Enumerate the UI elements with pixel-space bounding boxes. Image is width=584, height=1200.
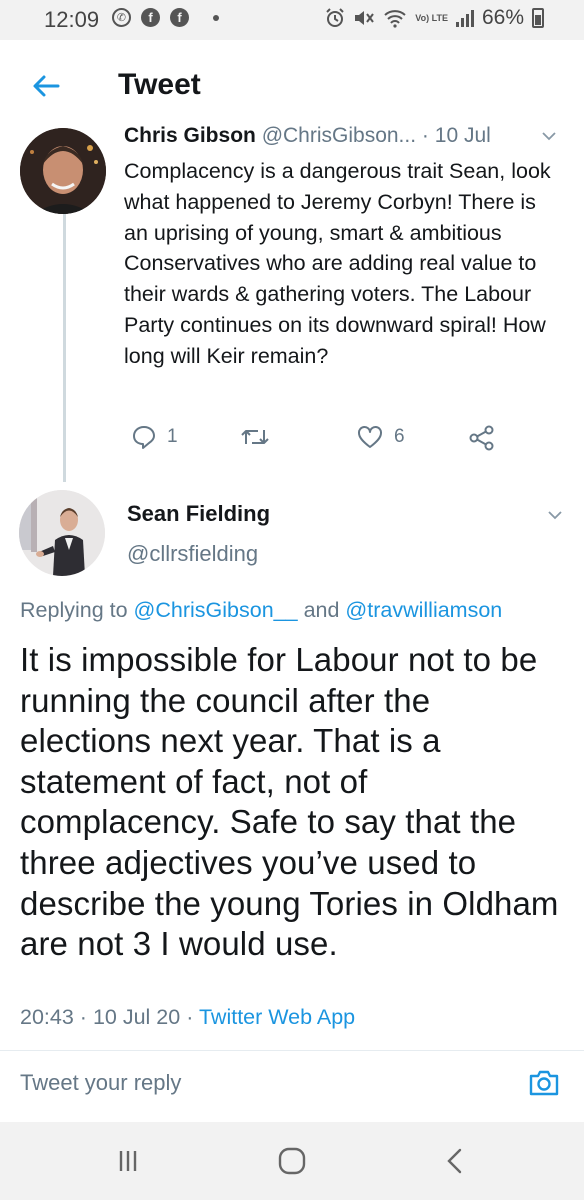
reply-button[interactable]: 1 <box>131 424 178 450</box>
author-name[interactable]: Chris Gibson <box>124 124 256 147</box>
reply-icon <box>133 426 155 449</box>
retweet-button[interactable] <box>240 424 280 450</box>
notification-icons: ✆ f f <box>112 8 219 27</box>
share-icon <box>469 425 494 451</box>
like-button[interactable]: 6 <box>356 424 405 450</box>
avatar[interactable] <box>19 490 105 576</box>
profile-photo <box>19 490 105 576</box>
reply-count: 1 <box>167 426 178 447</box>
replying-to-and: and <box>297 598 346 622</box>
mention-link[interactable]: @ChrisGibson__ <box>134 598 298 622</box>
meta-separator: · <box>79 1005 87 1029</box>
tweet-time: 20:43 <box>20 1005 74 1029</box>
tweet-text: Complacency is a dangerous trait Sean, l… <box>124 159 551 368</box>
reply-input[interactable]: Tweet your reply <box>20 1070 181 1096</box>
tweet-timestamp: 20:43 · 10 Jul 20 · Twitter Web App <box>20 1005 355 1030</box>
chevron-down-icon[interactable] <box>547 507 563 523</box>
signal-icon <box>455 9 474 27</box>
battery-icon <box>532 8 544 28</box>
battery-percent: 66% <box>481 6 524 29</box>
share-button[interactable] <box>468 424 496 452</box>
tweet-actions: 1 6 <box>124 424 544 454</box>
mute-icon <box>355 11 375 25</box>
page-title: Tweet <box>118 68 201 101</box>
replying-to-prefix: Replying to <box>20 598 134 622</box>
author-name[interactable]: Sean Fielding <box>127 501 270 527</box>
system-nav-bar <box>0 1122 584 1200</box>
author-handle[interactable]: @ChrisGibson... <box>262 124 416 147</box>
replying-to: Replying to @ChrisGibson__ and @travwill… <box>20 598 502 623</box>
retweet-icon <box>241 430 269 444</box>
profile-photo <box>20 128 106 214</box>
status-time: 12:09 <box>44 7 100 32</box>
tweet-date[interactable]: 10 Jul <box>435 124 491 147</box>
mention-link[interactable]: @travwilliamson <box>345 598 502 622</box>
whatsapp-icon: ✆ <box>112 8 131 27</box>
tweet-text: It is impossible for Labour not to be ru… <box>20 641 559 963</box>
parent-tweet-meta: Chris Gibson @ChrisGibson... · 10 Jul <box>124 124 491 148</box>
divider <box>0 1050 584 1051</box>
chevron-down-icon[interactable] <box>541 128 557 144</box>
meta-separator: · <box>186 1005 194 1029</box>
back-arrow-icon[interactable] <box>30 70 62 102</box>
avatar[interactable] <box>20 128 106 214</box>
source-app-link[interactable]: Twitter Web App <box>199 1005 355 1029</box>
wifi-icon <box>384 10 406 28</box>
facebook-icon: f <box>170 8 189 27</box>
facebook-icon: f <box>141 8 160 27</box>
thread-connector-line <box>63 212 66 482</box>
status-bar: 12:09 ✆ f f Vo) LTE 66% <box>0 0 584 40</box>
alarm-icon <box>326 8 345 27</box>
system-icons: Vo) LTE 66% <box>325 6 544 30</box>
tweet-date: 10 Jul 20 <box>92 1005 181 1029</box>
meta-separator: · <box>421 124 429 147</box>
app-header: Tweet <box>0 40 584 130</box>
camera-icon[interactable] <box>527 1066 561 1100</box>
home-icon[interactable] <box>272 1146 312 1176</box>
network-type: Vo) LTE <box>415 12 448 23</box>
recent-apps-icon[interactable] <box>108 1146 148 1176</box>
more-notifications-icon <box>213 14 219 21</box>
back-icon[interactable] <box>436 1146 476 1176</box>
author-handle[interactable]: @cllrsfielding <box>127 541 258 567</box>
like-count: 6 <box>394 426 405 447</box>
heart-icon <box>358 426 382 448</box>
